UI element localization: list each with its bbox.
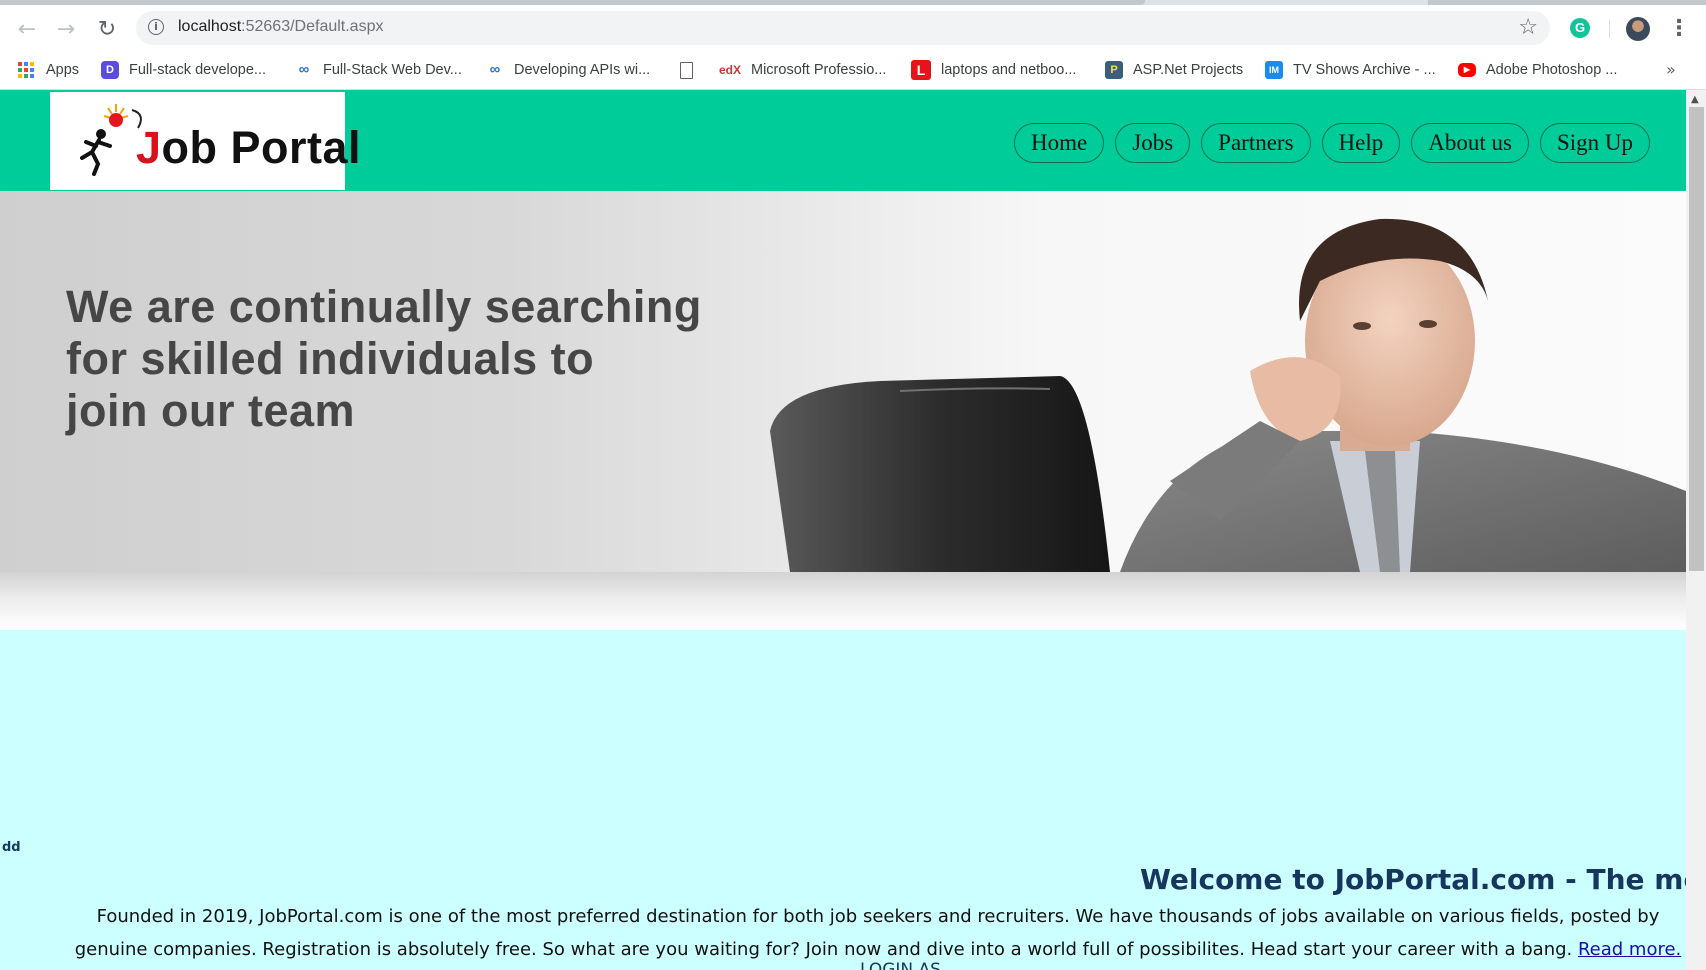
site-header: Job Portal Home Jobs Partners Help About…: [0, 90, 1686, 191]
hero-line-3: join our team: [66, 385, 356, 436]
url-path: :52663/Default.aspx: [241, 18, 384, 35]
page-icon: [680, 61, 693, 79]
bookmark-label: Apps: [46, 62, 80, 78]
browser-toolbar: ← → ↻ i localhost:52663/Default.aspx ☆ G…: [0, 5, 1706, 50]
stray-text: dd: [2, 840, 21, 855]
bookmark-label: ASP.Net Projects: [1133, 62, 1244, 78]
bookmarks-overflow-icon[interactable]: »: [1666, 60, 1676, 79]
banner-shadow: [0, 572, 1686, 630]
bookmark-label: Microsoft Professio...: [751, 62, 887, 78]
tv-icon: IM: [1265, 61, 1283, 79]
bookmark-apps[interactable]: Apps: [18, 58, 79, 82]
intro-text: Founded in 2019, JobPortal.com is one of…: [74, 906, 1660, 960]
edx-icon: edX: [719, 63, 742, 77]
hero-tagline: We are continually searching for skilled…: [66, 281, 702, 437]
hero-line-2: for skilled individuals to: [66, 333, 595, 384]
hero-banner: We are continually searching for skilled…: [0, 191, 1686, 572]
scroll-up-arrow-icon[interactable]: ▲: [1691, 94, 1699, 105]
hero-line-1: We are continually searching: [66, 281, 702, 332]
url-host: localhost: [178, 18, 242, 35]
bookmark-star-icon[interactable]: ☆: [1518, 15, 1538, 40]
page-scrollbar[interactable]: ▲: [1686, 90, 1706, 970]
welcome-heading: Welcome to JobPortal.com - The most: [1140, 863, 1706, 896]
bookmark-full-stack-developer[interactable]: D Full-stack develope...: [101, 58, 266, 82]
page-viewport: Job Portal Home Jobs Partners Help About…: [0, 90, 1706, 970]
scrollbar-thumb[interactable]: [1689, 107, 1704, 571]
bookmark-microsoft-professional[interactable]: edX Microsoft Professio...: [719, 58, 886, 82]
l-icon: L: [911, 60, 931, 80]
nav-sign-up[interactable]: Sign Up: [1539, 123, 1650, 163]
back-icon[interactable]: ←: [14, 17, 40, 43]
bookmark-tv-shows-archive[interactable]: IM TV Shows Archive - ...: [1265, 58, 1436, 82]
bookmark-label: Full-Stack Web Dev...: [323, 62, 462, 78]
toolbar-divider: [1609, 20, 1610, 38]
logo-text: Job Portal: [136, 122, 361, 174]
coursera-icon: ∞: [489, 61, 501, 78]
nav-partners[interactable]: Partners: [1201, 123, 1311, 163]
bookmark-laptops-and-netbooks[interactable]: L laptops and netboo...: [911, 58, 1076, 82]
youtube-icon: ▶: [1458, 63, 1476, 77]
address-bar[interactable]: i localhost:52663/Default.aspx ☆: [136, 11, 1550, 45]
site-logo[interactable]: Job Portal: [50, 92, 361, 190]
url-text[interactable]: localhost:52663/Default.aspx: [178, 18, 383, 36]
browser-menu-icon[interactable]: ⋮: [1668, 18, 1690, 40]
bookmark-adobe-photoshop[interactable]: ▶ Adobe Photoshop ...: [1458, 58, 1617, 82]
login-as-heading: LOGIN AS: [860, 960, 941, 970]
profile-avatar[interactable]: [1626, 17, 1650, 41]
bookmark-label: TV Shows Archive - ...: [1293, 62, 1436, 78]
read-more-link[interactable]: Read more.: [1578, 939, 1681, 960]
apps-grid-icon: [18, 62, 34, 78]
site-info-icon[interactable]: i: [148, 19, 164, 35]
bookmark-developing-apis[interactable]: ∞ Developing APIs wi...: [486, 58, 651, 82]
bookmark-full-stack-web-dev[interactable]: ∞ Full-Stack Web Dev...: [295, 58, 462, 82]
intro-paragraph: Founded in 2019, JobPortal.com is one of…: [70, 900, 1686, 966]
dev-icon: D: [101, 61, 119, 79]
nav-help[interactable]: Help: [1321, 123, 1401, 163]
grammarly-extension-icon[interactable]: G: [1570, 18, 1590, 38]
bookmark-label: Full-stack develope...: [129, 62, 267, 78]
bookmark-untitled-page[interactable]: [680, 58, 693, 82]
p-icon: P: [1105, 61, 1123, 79]
bookmark-aspnet-projects[interactable]: P ASP.Net Projects: [1105, 58, 1243, 82]
nav-jobs[interactable]: Jobs: [1115, 123, 1191, 163]
main-content: dd Welcome to JobPortal.com - The most F…: [0, 630, 1706, 970]
nav-home[interactable]: Home: [1014, 123, 1105, 163]
reload-icon[interactable]: ↻: [94, 17, 120, 43]
logo-rest: ob Portal: [161, 122, 362, 173]
main-nav: Home Jobs Partners Help About us Sign Up: [1014, 123, 1650, 163]
logo-j: J: [136, 122, 162, 173]
bookmark-label: laptops and netboo...: [941, 62, 1077, 78]
coursera-icon: ∞: [298, 61, 310, 78]
nav-about-us[interactable]: About us: [1411, 123, 1529, 163]
forward-icon[interactable]: →: [53, 17, 79, 43]
bookmark-label: Adobe Photoshop ...: [1486, 62, 1618, 78]
bookmark-label: Developing APIs wi...: [514, 62, 651, 78]
bookmarks-bar: Apps D Full-stack develope... ∞ Full-Sta…: [0, 50, 1706, 90]
